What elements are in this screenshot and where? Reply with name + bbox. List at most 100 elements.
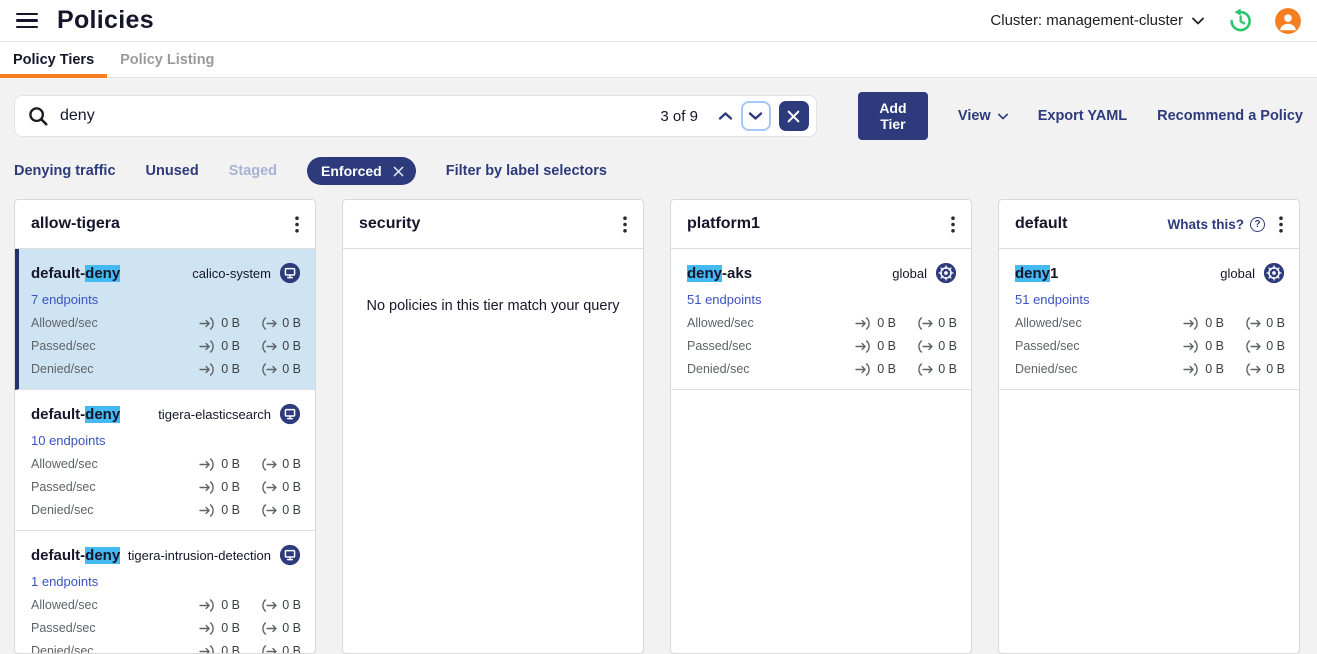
metric-row: Allowed/sec0 B0 B xyxy=(31,598,301,612)
policy-card[interactable]: default-denycalico-system7 endpointsAllo… xyxy=(15,249,315,390)
ingress-metric: 0 B xyxy=(190,644,240,654)
egress-icon xyxy=(260,363,277,376)
history-icon[interactable] xyxy=(1226,7,1253,34)
policy-name: deny-aks xyxy=(687,265,752,282)
filter-unused[interactable]: Unused xyxy=(146,163,199,179)
egress-value: 0 B xyxy=(938,339,957,353)
metric-label: Allowed/sec xyxy=(1015,316,1174,330)
policy-endpoints-link[interactable]: 10 endpoints xyxy=(31,433,105,448)
cluster-selector[interactable]: Cluster: management-cluster xyxy=(990,12,1204,29)
metric-label: Allowed/sec xyxy=(687,316,846,330)
metric-row: Passed/sec0 B0 B xyxy=(31,339,301,353)
metric-label: Denied/sec xyxy=(31,362,190,376)
egress-icon xyxy=(916,340,933,353)
policy-scope-label: tigera-elasticsearch xyxy=(158,407,271,422)
policy-endpoints-link[interactable]: 51 endpoints xyxy=(687,292,761,307)
whats-this-link[interactable]: Whats this? xyxy=(1168,217,1266,232)
policy-endpoints-link[interactable]: 7 endpoints xyxy=(31,292,98,307)
egress-metric: 0 B xyxy=(907,316,957,330)
egress-icon xyxy=(260,645,277,654)
egress-icon xyxy=(260,317,277,330)
ingress-icon xyxy=(855,363,872,376)
policy-card[interactable]: default-deny tigera-elasticsearch 10 endpo… xyxy=(15,390,315,531)
metric-label: Passed/sec xyxy=(687,339,846,353)
top-bar: Policies Cluster: management-cluster xyxy=(0,0,1317,42)
ingress-value: 0 B xyxy=(221,644,240,654)
tab-bar: Policy Tiers Policy Listing xyxy=(0,42,1317,78)
tier-menu-button[interactable] xyxy=(1273,213,1289,236)
ingress-metric: 0 B xyxy=(1174,339,1224,353)
search-clear-button[interactable] xyxy=(779,101,809,131)
remove-filter-icon[interactable] xyxy=(393,166,404,177)
policy-scope-label: tigera-intrusion-detection xyxy=(128,548,271,563)
ingress-icon xyxy=(855,317,872,330)
metric-label: Allowed/sec xyxy=(31,598,190,612)
metric-label: Allowed/sec xyxy=(31,316,190,330)
policy-name: default-deny xyxy=(31,406,120,423)
search-prev-button[interactable] xyxy=(711,101,741,131)
user-avatar[interactable] xyxy=(1275,8,1301,34)
egress-icon xyxy=(916,363,933,376)
ingress-icon xyxy=(199,317,216,330)
metric-label: Allowed/sec xyxy=(31,457,190,471)
egress-metric: 0 B xyxy=(251,503,301,517)
hamburger-menu-icon[interactable] xyxy=(16,10,38,32)
policy-card[interactable]: deny1global51 endpointsAllowed/sec0 B0 B… xyxy=(999,249,1299,390)
policy-endpoints-link[interactable]: 51 endpoints xyxy=(1015,292,1089,307)
metric-row: Allowed/sec 0 B 0 B xyxy=(687,316,957,330)
ingress-icon xyxy=(855,340,872,353)
kebab-icon xyxy=(1279,216,1283,233)
egress-icon xyxy=(260,622,277,635)
ingress-icon xyxy=(199,458,216,471)
filter-by-label-selectors[interactable]: Filter by label selectors xyxy=(446,163,607,179)
policy-card[interactable]: default-denytigera-intrusion-detection1 … xyxy=(15,531,315,654)
search-highlight: deny xyxy=(85,406,120,423)
page-title: Policies xyxy=(57,6,154,35)
ingress-metric: 0 B xyxy=(190,316,240,330)
filter-denying-traffic[interactable]: Denying traffic xyxy=(14,163,116,179)
ingress-metric: 0 B xyxy=(846,339,896,353)
export-yaml-button[interactable]: Export YAML xyxy=(1038,108,1127,124)
egress-icon xyxy=(1244,340,1261,353)
tab-policy-tiers[interactable]: Policy Tiers xyxy=(0,42,107,77)
policy-card[interactable]: deny-aksglobal51 endpointsAllowed/sec0 B… xyxy=(671,249,971,390)
egress-metric: 0 B xyxy=(251,598,301,612)
tier-menu-button[interactable] xyxy=(289,213,305,236)
egress-icon xyxy=(260,481,277,494)
egress-value: 0 B xyxy=(1266,362,1285,376)
egress-metric: 0 B xyxy=(251,362,301,376)
ingress-value: 0 B xyxy=(1205,362,1224,376)
global-icon xyxy=(935,262,957,284)
tier-column-platform1: platform1deny-aksglobal51 endpointsAllow… xyxy=(670,199,972,654)
egress-metric: 0 B xyxy=(251,316,301,330)
filter-enforced-pill[interactable]: Enforced xyxy=(307,157,416,185)
view-dropdown[interactable]: View xyxy=(958,108,1008,124)
policy-endpoints-link[interactable]: 1 endpoints xyxy=(31,574,98,589)
filter-staged[interactable]: Staged xyxy=(229,163,277,179)
whats-this-label: Whats this? xyxy=(1168,217,1245,232)
ingress-icon xyxy=(199,622,216,635)
ingress-icon xyxy=(199,504,216,517)
tier-menu-button[interactable] xyxy=(945,213,961,236)
search-input[interactable] xyxy=(58,106,660,126)
egress-metric: 0 B xyxy=(251,644,301,654)
kebab-icon xyxy=(623,216,627,233)
metric-row: Denied/sec0 B0 B xyxy=(1015,362,1285,376)
recommend-policy-button[interactable]: Recommend a Policy xyxy=(1157,108,1303,124)
controls-row: 3 of 9 Add Tier View Export YAML Recomme… xyxy=(14,92,1303,140)
search-highlight: deny xyxy=(85,265,120,282)
tier-menu-button[interactable] xyxy=(617,213,633,236)
ingress-value: 0 B xyxy=(877,316,896,330)
policy-scope-label: global xyxy=(892,266,927,281)
chevron-down-icon xyxy=(998,113,1008,120)
global-icon xyxy=(1263,262,1285,284)
egress-icon xyxy=(260,340,277,353)
egress-metric: 0 B xyxy=(907,339,957,353)
tab-policy-listing[interactable]: Policy Listing xyxy=(107,42,227,77)
ingress-icon xyxy=(199,645,216,654)
metric-row: Passed/sec0 B0 B xyxy=(1015,339,1285,353)
metric-row: Denied/sec0 B0 B xyxy=(31,503,301,517)
search-next-button[interactable] xyxy=(741,101,771,131)
ingress-value: 0 B xyxy=(221,503,240,517)
add-tier-button[interactable]: Add Tier xyxy=(858,92,928,140)
